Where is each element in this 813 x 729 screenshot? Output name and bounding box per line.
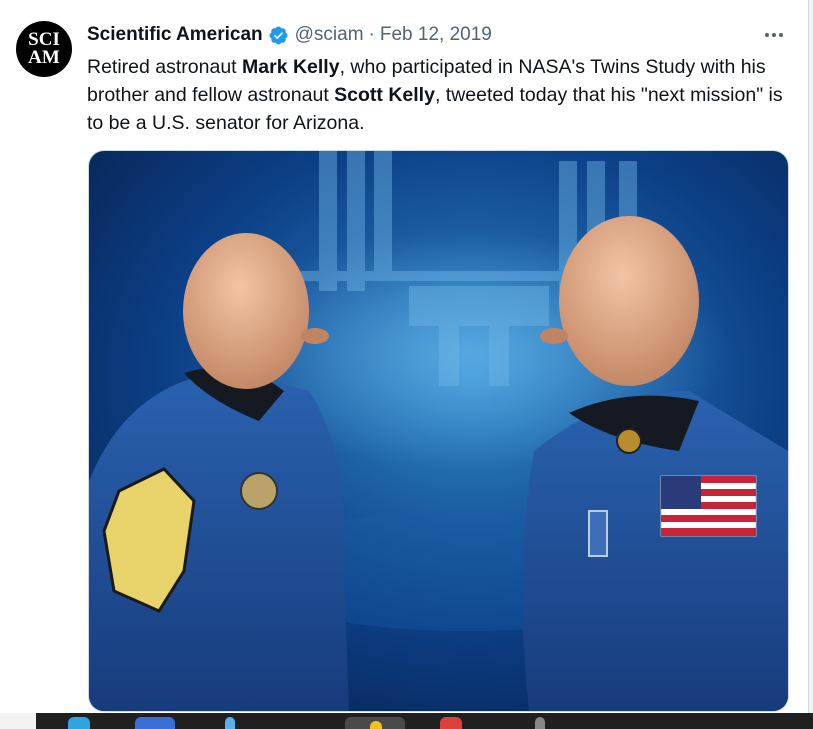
tweet-text-part: Retired astronaut xyxy=(87,56,243,78)
mention-mark-kelly: Mark Kelly xyxy=(242,56,340,78)
more-horizontal-icon[interactable] xyxy=(760,23,788,47)
taskbar-app-icon[interactable] xyxy=(370,721,382,729)
tweet-date[interactable]: Feb 12, 2019 xyxy=(380,24,492,46)
more-dot xyxy=(765,33,769,37)
more-dot xyxy=(772,33,776,37)
handle[interactable]: @sciam xyxy=(295,24,364,46)
verified-badge-icon[interactable] xyxy=(268,25,289,46)
taskbar-app-icon[interactable] xyxy=(535,717,545,729)
display-name[interactable]: Scientific American xyxy=(87,24,263,46)
taskbar-app-icon[interactable] xyxy=(68,717,90,729)
taskbar-app-icon[interactable] xyxy=(440,717,462,729)
tweet-text: Retired astronaut Mark Kelly, who partic… xyxy=(87,53,787,137)
taskbar-app-icon[interactable] xyxy=(225,717,235,729)
more-dot xyxy=(779,33,783,37)
taskbar-start-area[interactable] xyxy=(0,713,36,729)
taskbar-app-icon[interactable] xyxy=(135,717,175,729)
avatar-text-line2: AM xyxy=(28,47,60,68)
photo-illustration xyxy=(89,151,788,711)
tweet-header: Scientific American @sciam · Feb 12, 201… xyxy=(87,22,492,48)
tweet-photo[interactable] xyxy=(88,150,789,712)
avatar[interactable]: SCI AM xyxy=(16,21,72,77)
mention-scott-kelly: Scott Kelly xyxy=(334,84,435,106)
taskbar xyxy=(0,713,813,729)
separator-dot: · xyxy=(368,24,375,45)
scrollbar-track[interactable] xyxy=(808,0,813,729)
